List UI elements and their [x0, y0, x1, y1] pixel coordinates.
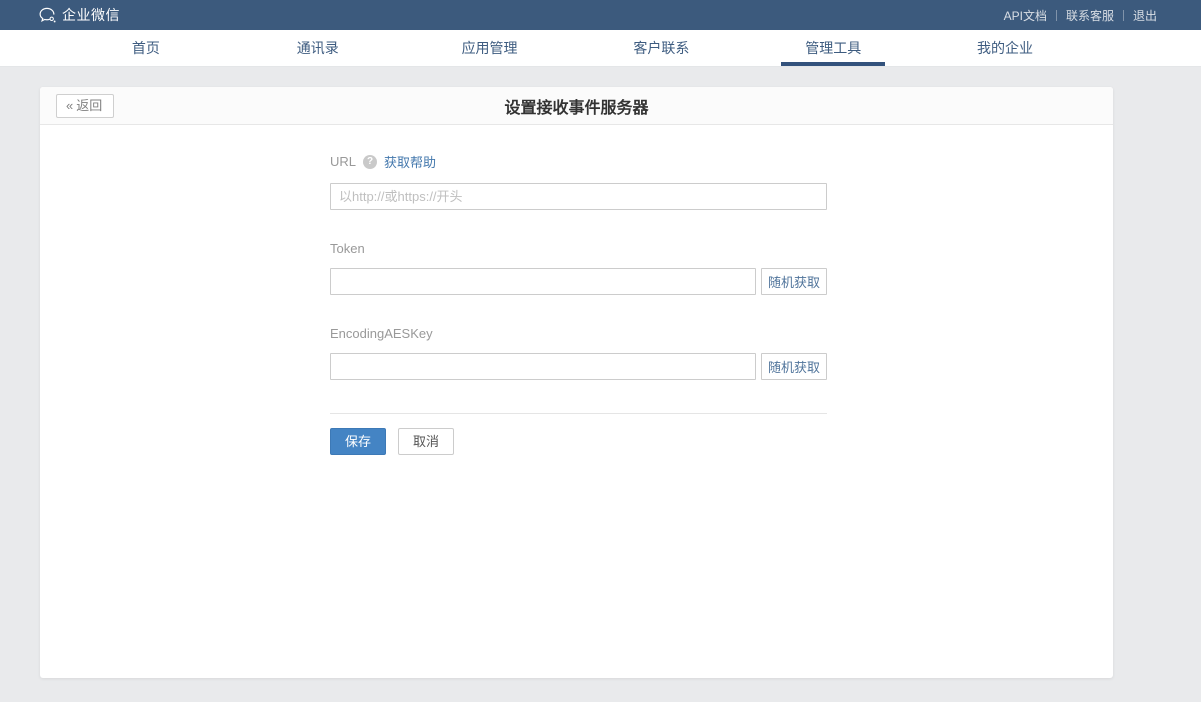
- api-doc-link[interactable]: API文档: [1004, 7, 1047, 24]
- form-actions: 保存 取消: [330, 428, 827, 455]
- wework-logo-icon: [38, 6, 57, 25]
- help-icon[interactable]: ?: [363, 155, 377, 169]
- nav-tab-my-company[interactable]: 我的企业: [919, 30, 1091, 66]
- topbar-links: API文档 联系客服 退出: [1004, 7, 1157, 24]
- content-card: «返回 设置接收事件服务器 URL ? 获取帮助 Token 随机获取: [40, 87, 1113, 678]
- aeskey-input-group: 随机获取: [330, 353, 827, 380]
- nav-tab-home[interactable]: 首页: [60, 30, 232, 66]
- brand-name: 企业微信: [62, 5, 120, 25]
- url-label: URL: [330, 154, 356, 169]
- token-random-button[interactable]: 随机获取: [761, 268, 827, 295]
- nav-tab-contacts[interactable]: 通讯录: [232, 30, 404, 66]
- nav-tab-customers[interactable]: 客户联系: [575, 30, 747, 66]
- aeskey-input[interactable]: [330, 353, 756, 380]
- url-label-row: URL ? 获取帮助: [330, 152, 827, 171]
- back-button-label: 返回: [76, 98, 102, 113]
- aeskey-field-block: EncodingAESKey 随机获取: [330, 326, 827, 380]
- url-field-block: URL ? 获取帮助: [330, 152, 827, 210]
- contact-support-link[interactable]: 联系客服: [1066, 7, 1114, 24]
- token-field-block: Token 随机获取: [330, 241, 827, 295]
- nav-tab-apps[interactable]: 应用管理: [404, 30, 576, 66]
- token-label-row: Token: [330, 241, 827, 256]
- aeskey-random-button[interactable]: 随机获取: [761, 353, 827, 380]
- token-input-group: 随机获取: [330, 268, 827, 295]
- divider: [1123, 10, 1124, 21]
- main-nav: 首页 通讯录 应用管理 客户联系 管理工具 我的企业: [0, 30, 1201, 67]
- brand[interactable]: 企业微信: [38, 5, 120, 25]
- save-button[interactable]: 保存: [330, 428, 386, 455]
- cancel-button[interactable]: 取消: [398, 428, 454, 455]
- token-input[interactable]: [330, 268, 756, 295]
- chevron-left-icon: «: [66, 98, 73, 113]
- server-settings-form: URL ? 获取帮助 Token 随机获取 EncodingAESKey 随机: [40, 125, 827, 455]
- get-help-link[interactable]: 获取帮助: [384, 152, 436, 171]
- back-button[interactable]: «返回: [56, 94, 114, 118]
- topbar: 企业微信 API文档 联系客服 退出: [0, 0, 1201, 30]
- page-title: 设置接收事件服务器: [504, 94, 648, 118]
- form-divider: [330, 413, 827, 414]
- aeskey-label: EncodingAESKey: [330, 326, 433, 341]
- nav-tab-admin-tools[interactable]: 管理工具: [747, 30, 919, 66]
- aeskey-label-row: EncodingAESKey: [330, 326, 827, 341]
- card-header: «返回 设置接收事件服务器: [40, 87, 1113, 125]
- url-input[interactable]: [330, 183, 827, 210]
- token-label: Token: [330, 241, 365, 256]
- divider: [1056, 10, 1057, 21]
- logout-link[interactable]: 退出: [1133, 7, 1157, 24]
